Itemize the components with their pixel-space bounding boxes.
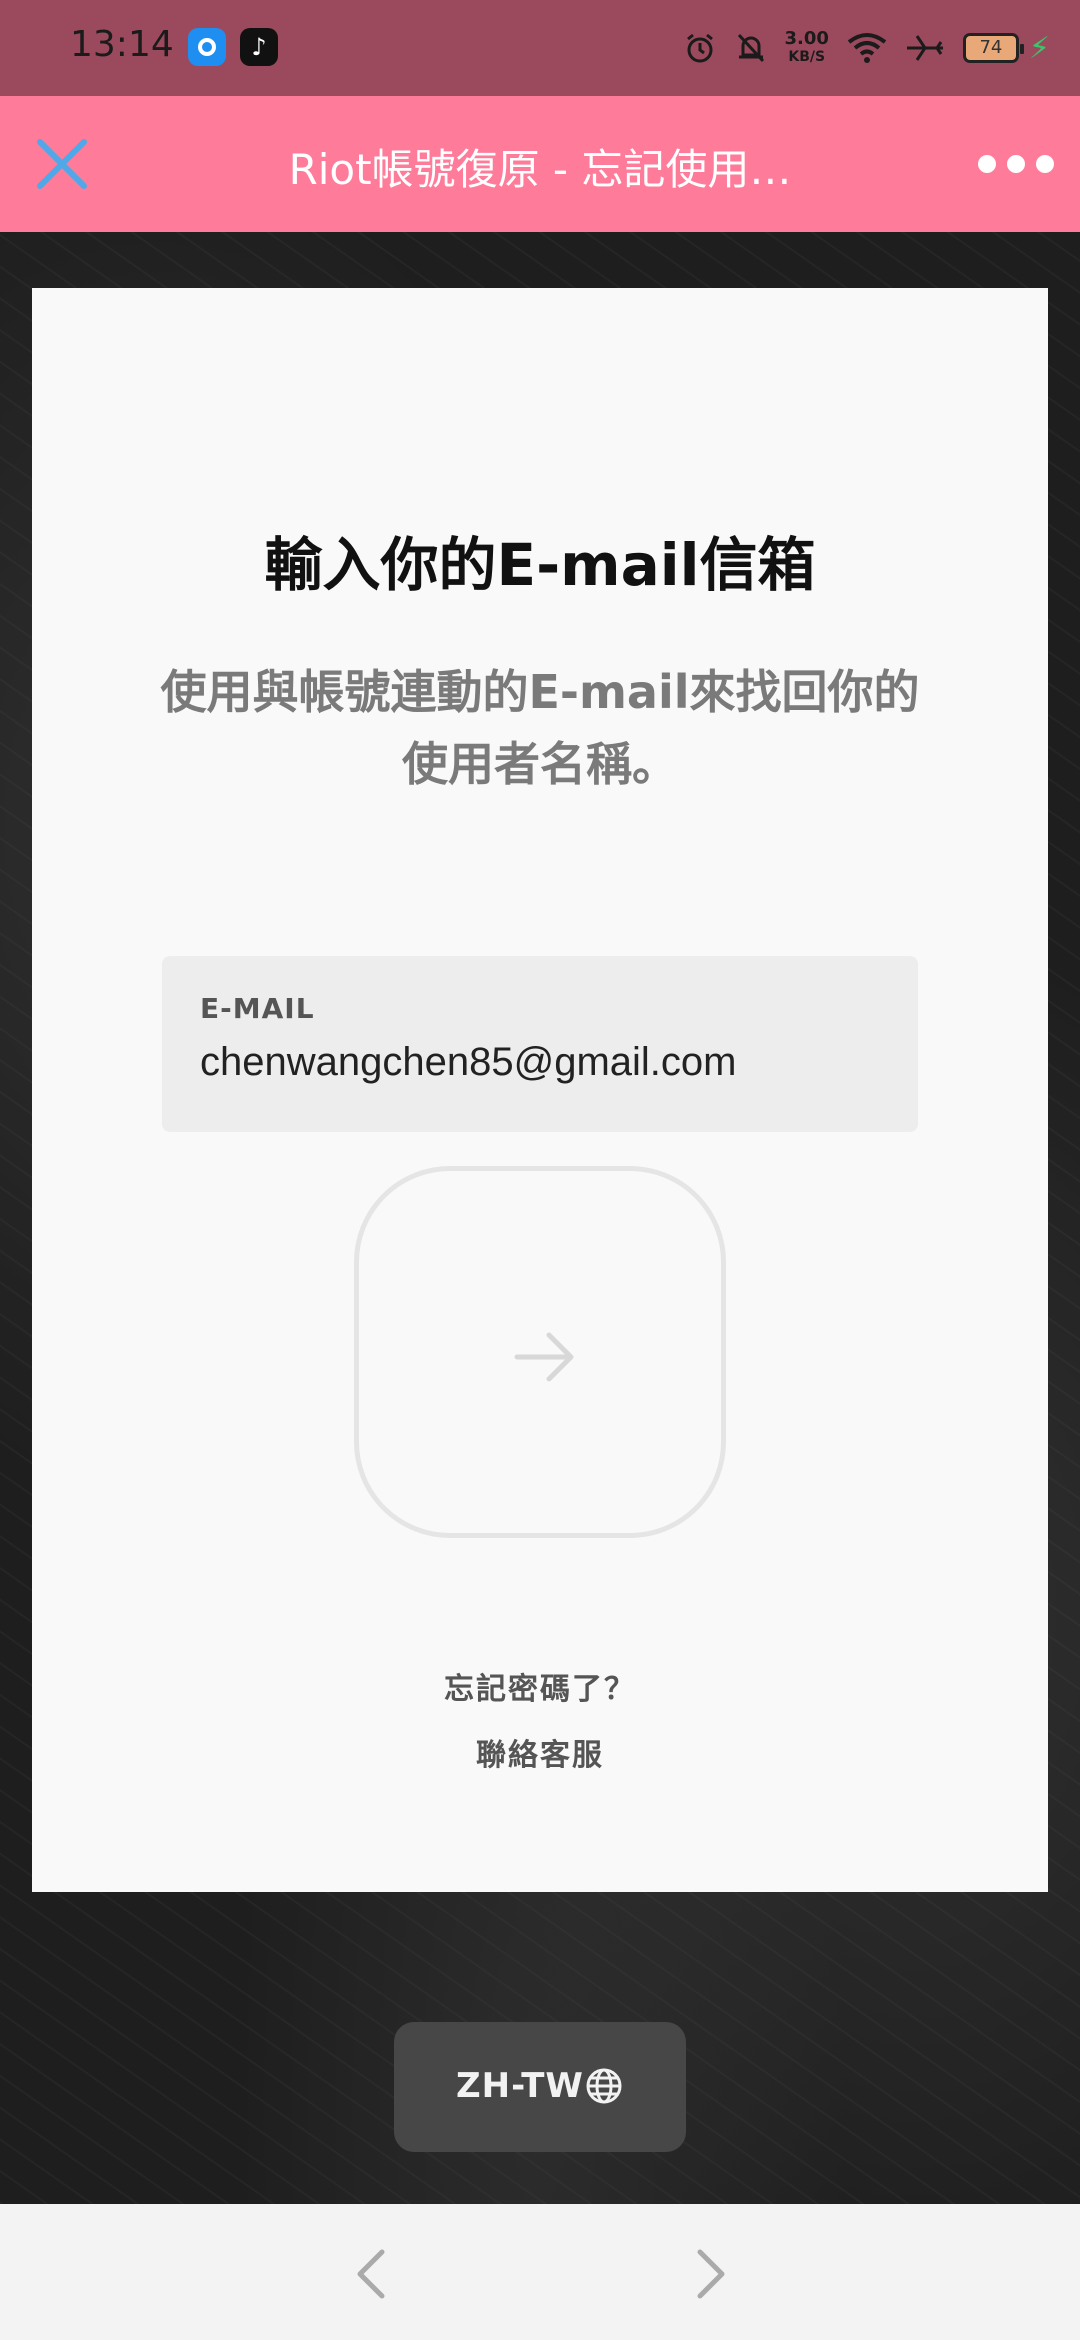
charging-bolt-icon: ⚡ [1028, 30, 1050, 66]
page-title: 輸入你的E-mail信箱 [264, 531, 816, 599]
bell-off-icon [737, 33, 764, 63]
forgot-password-link[interactable]: 忘記密碼了？ [32, 1664, 1048, 1708]
header-title: Riot帳號復原 - 忘記使用… [288, 145, 792, 194]
app-notification-icon [188, 28, 226, 66]
arrow-right-icon [514, 1332, 574, 1382]
submit-button[interactable] [354, 1166, 726, 1538]
forward-icon[interactable] [686, 2246, 734, 2302]
wifi-icon [847, 33, 887, 63]
page-subtitle: 使用與帳號連動的E-mail來找回你的使用者名稱。 [160, 665, 920, 791]
email-input[interactable]: chenwangchen85@gmail.com [200, 1040, 736, 1085]
more-icon-dot [1036, 155, 1054, 173]
email-label: E-MAIL [200, 992, 315, 1025]
net-speed-unit: KB/S [788, 49, 826, 65]
alarm-icon [686, 33, 713, 63]
net-speed-value: 3.00 [784, 28, 829, 49]
recovery-card: 輸入你的E-mail信箱 使用與帳號連動的E-mail來找回你的使用者名稱。 E… [32, 288, 1048, 1892]
status-icons: 3.00 KB/S 74 ⚡ [683, 22, 1050, 74]
status-time: 13:14 [70, 24, 174, 65]
close-icon [37, 139, 87, 189]
contact-support-link[interactable]: 聯絡客服 [32, 1730, 1048, 1774]
email-field[interactable]: E-MAIL chenwangchen85@gmail.com [162, 956, 918, 1132]
status-bar: 13:14 ♪ 3.00 KB/S 74 ⚡ [0, 0, 1080, 96]
more-icon-dot [1007, 155, 1025, 173]
airplane-icon [906, 35, 943, 61]
more-icon-dot [978, 155, 996, 173]
language-label: ZH-TW [456, 2066, 584, 2106]
battery-icon: 74 [962, 33, 1024, 63]
tiktok-icon: ♪ [240, 28, 278, 66]
close-button[interactable] [30, 132, 94, 196]
language-button[interactable]: ZH-TW [394, 2022, 686, 2152]
net-speed: 3.00 KB/S [785, 30, 829, 66]
more-button[interactable] [978, 150, 1054, 178]
back-icon[interactable] [348, 2246, 396, 2302]
browser-nav-bar [0, 2204, 1080, 2340]
app-header: Riot帳號復原 - 忘記使用… [0, 96, 1080, 232]
globe-icon [586, 2068, 622, 2104]
